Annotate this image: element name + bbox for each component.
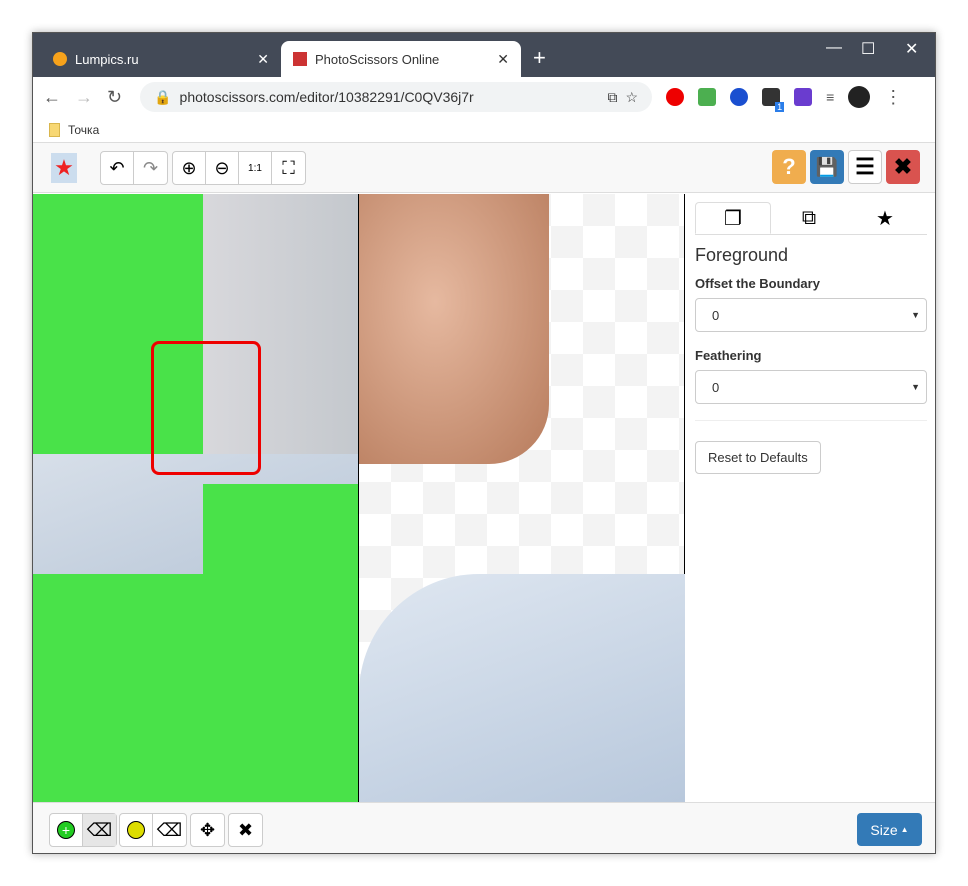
reset-defaults-button[interactable]: Reset to Defaults [695, 441, 821, 474]
vpn-extension-icon[interactable] [730, 88, 749, 106]
tab-bar: Lumpics.ru ✕ PhotoScissors Online ✕ + — ☐ … [33, 33, 935, 77]
move-button[interactable]: ✥ [191, 814, 224, 846]
star-icon[interactable]: ☆ [626, 89, 639, 106]
feathering-select[interactable]: 0 ▼ [695, 370, 927, 404]
menu-button[interactable]: ☰ [848, 150, 882, 184]
close-editor-button[interactable]: ✖ [886, 150, 920, 184]
maximize-button[interactable]: ☐ [861, 39, 875, 59]
ad-extension-icon[interactable] [794, 88, 813, 106]
tab-photoscissors[interactable]: PhotoScissors Online ✕ [281, 41, 521, 77]
bottom-toolbar: + ⌫ ⌫ ✥ ✖ Size ▲ [33, 802, 935, 853]
background-tab[interactable]: ⧉ [771, 202, 847, 234]
offset-value: 0 [712, 307, 720, 323]
size-button[interactable]: Size ▲ [857, 813, 922, 846]
highlight-box [151, 341, 261, 475]
caret-down-icon: ▼ [911, 382, 920, 392]
mask-editor-pane[interactable] [33, 194, 358, 802]
close-window-button[interactable]: ✕ [905, 39, 918, 59]
new-tab-button[interactable]: + [533, 45, 546, 71]
close-tab-icon[interactable]: ✕ [257, 51, 269, 68]
feathering-value: 0 [712, 379, 720, 395]
extension-badge: 1 [775, 102, 785, 112]
lock-icon: 🔒 [154, 88, 172, 105]
forward-icon[interactable]: → [75, 87, 93, 108]
zoom-fit-button[interactable]: ⛶ [272, 152, 305, 184]
result-preview-pane [358, 194, 686, 802]
background-marker-button[interactable] [120, 814, 153, 846]
folder-icon [49, 122, 60, 137]
foreground-tab[interactable]: ❐ [695, 202, 771, 234]
divider [695, 420, 927, 421]
reload-icon[interactable]: ↻ [107, 87, 122, 108]
bookmarks-bar: Точка [33, 117, 935, 143]
browser-window: Lumpics.ru ✕ PhotoScissors Online ✕ + — ☐ … [32, 32, 936, 854]
url-text: photoscissors.com/editor/10382291/C0QV36… [179, 89, 474, 105]
url-field[interactable]: 🔒 photoscissors.com/editor/10382291/C0QV3… [140, 82, 653, 112]
opera-extension-icon[interactable] [666, 88, 685, 106]
editor-toolbar: ★ ↶ ↷ ⊕ ⊖ 1:1 ⛶ ? 💾 ☰ ✖ [33, 143, 935, 193]
offset-select[interactable]: 0 ▼ [695, 298, 927, 332]
effects-tab[interactable]: ★ [847, 202, 923, 234]
redo-button[interactable]: ↷ [134, 152, 167, 184]
zoom-out-button[interactable]: ⊖ [206, 152, 239, 184]
offset-label: Offset the Boundary [695, 276, 820, 291]
media-icon[interactable]: ≡ [826, 89, 834, 105]
help-button[interactable]: ? [772, 150, 806, 184]
clear-button[interactable]: ✖ [229, 814, 262, 846]
editor-canvas[interactable] [33, 194, 686, 802]
scissors-favicon-icon [293, 52, 307, 66]
app-logo: ★ [51, 153, 77, 183]
undo-button[interactable]: ↶ [101, 152, 134, 184]
settings-panel: ❐ ⧉ ★ Foreground Offset the Boundary 0 ▼ … [685, 194, 935, 802]
background-eraser-button[interactable]: ⌫ [153, 814, 186, 846]
bookmark-tochka[interactable]: Точка [68, 123, 99, 137]
translate-icon[interactable]: ⧉ [608, 89, 618, 106]
tab-lumpics[interactable]: Lumpics.ru ✕ [41, 41, 281, 77]
feathering-label: Feathering [695, 348, 762, 363]
save-button[interactable]: 💾 [810, 150, 844, 184]
avatar[interactable] [848, 86, 871, 108]
minimize-button[interactable]: — [826, 39, 842, 57]
caret-down-icon: ▼ [911, 310, 920, 320]
caret-up-icon: ▲ [900, 825, 909, 834]
tab-title: Lumpics.ru [75, 51, 139, 67]
menu-dots-icon[interactable]: ⋮ [884, 87, 902, 108]
orange-favicon-icon [53, 52, 67, 66]
zoom-actual-button[interactable]: 1:1 [239, 152, 272, 184]
panel-title: Foreground [695, 245, 789, 265]
tab-title: PhotoScissors Online [315, 51, 440, 67]
zoom-in-button[interactable]: ⊕ [173, 152, 206, 184]
close-tab-icon[interactable]: ✕ [497, 51, 509, 68]
size-label: Size [870, 821, 898, 838]
foreground-marker-button[interactable]: + [50, 814, 83, 846]
box-extension-icon[interactable]: 1 [762, 88, 785, 112]
address-bar: ← → ↻ 🔒 photoscissors.com/editor/10382291… [33, 77, 935, 117]
music-extension-icon[interactable] [698, 88, 717, 106]
foreground-eraser-button[interactable]: ⌫ [83, 814, 116, 846]
back-icon[interactable]: ← [43, 87, 61, 108]
